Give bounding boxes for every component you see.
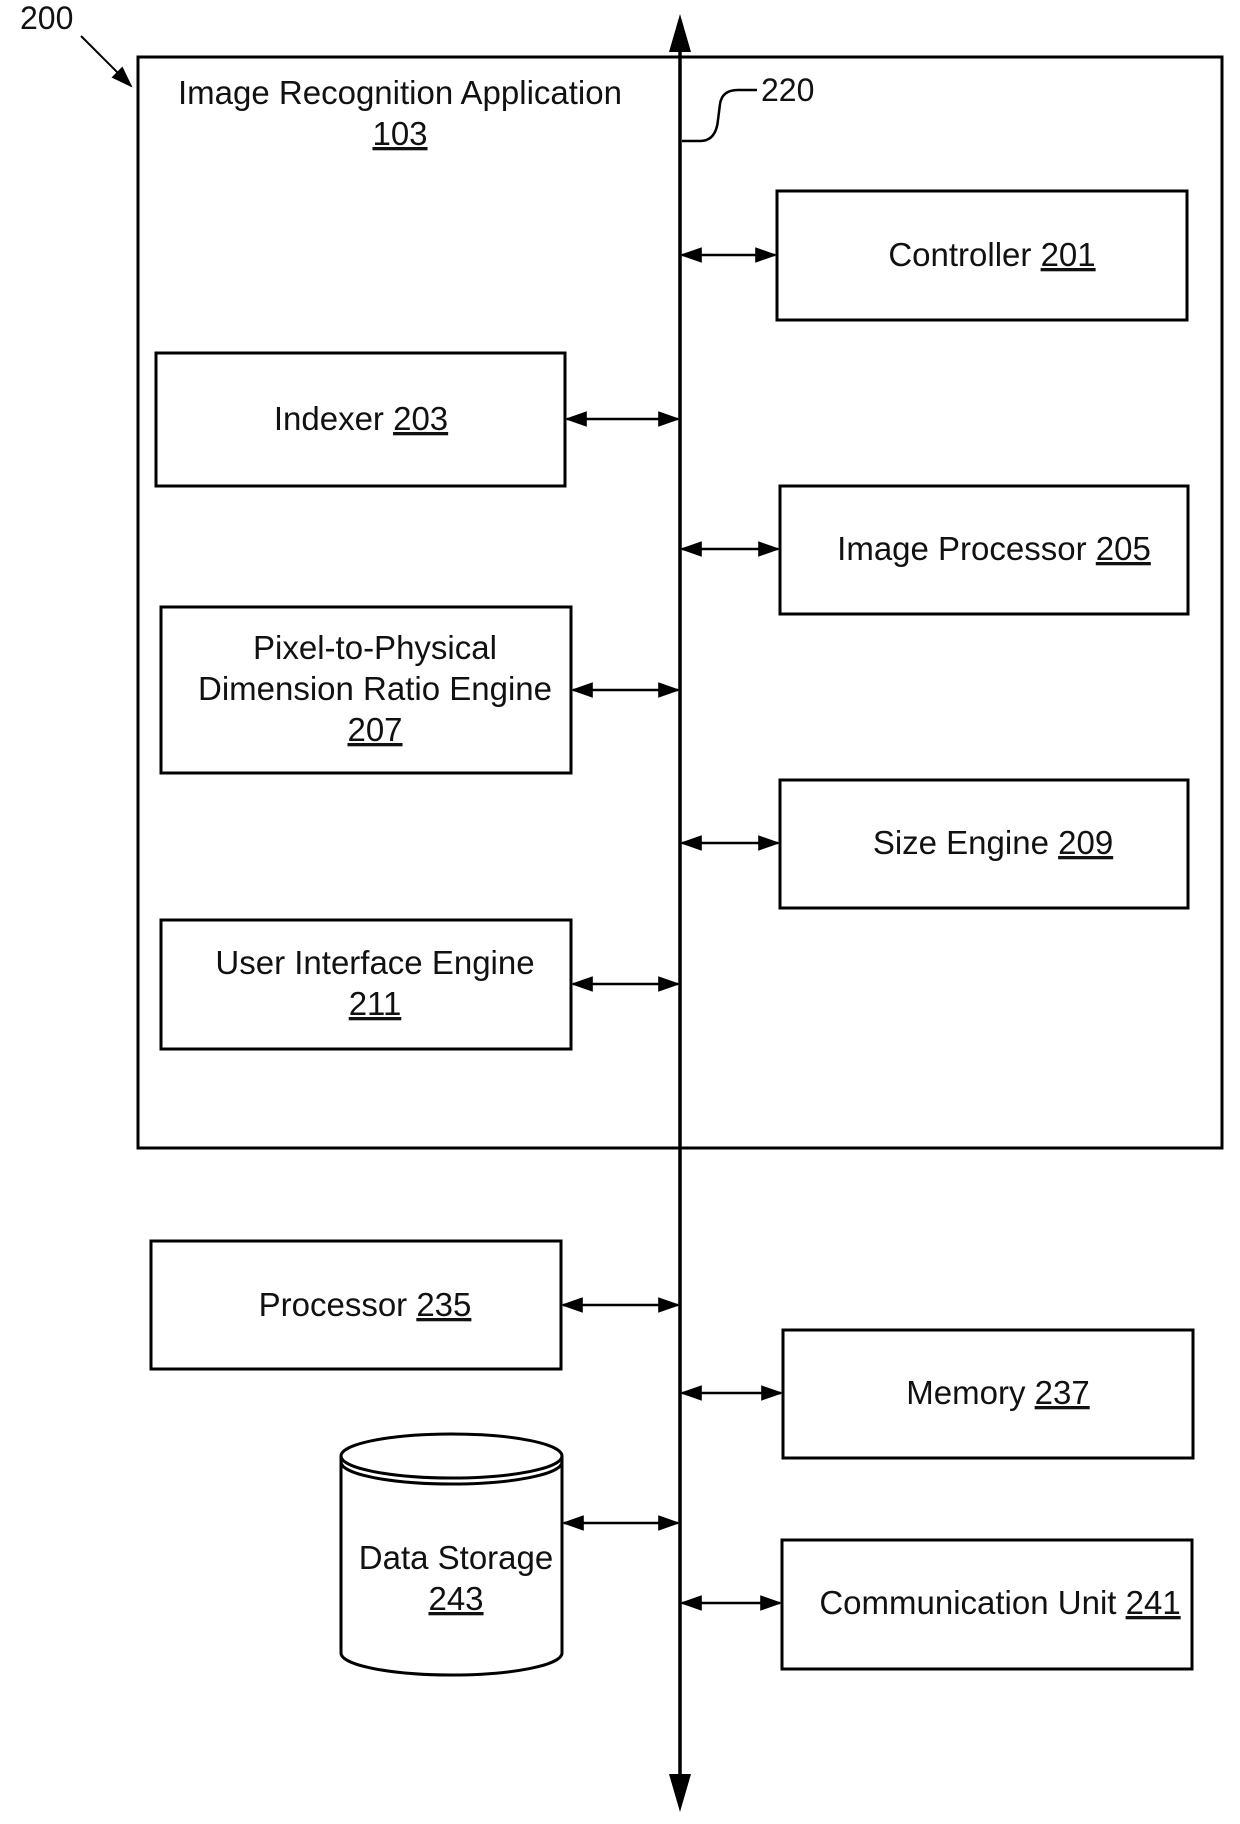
controller-block: Controller 201 [775, 189, 1189, 322]
bus-ref-leader [682, 88, 757, 143]
processor-name: Processor [259, 1286, 417, 1323]
size-engine-name: Size Engine [873, 824, 1058, 861]
memory-name: Memory [906, 1374, 1034, 1411]
indexer-block: Indexer 203 [154, 351, 567, 488]
indexer-label: Indexer 203 [274, 400, 448, 437]
controller-label: Controller 201 [888, 236, 1095, 273]
memory-ref: 237 [1035, 1374, 1090, 1411]
image-processor-block: Image Processor 205 [778, 484, 1190, 616]
communication-unit-block: Communication Unit 241 [780, 1538, 1194, 1671]
figure-ref-arrow [80, 35, 133, 88]
size-engine-ref: 209 [1058, 824, 1113, 861]
ui-engine-ref: 211 [349, 985, 402, 1022]
indexer-name: Indexer [274, 400, 393, 437]
indexer-ref: 203 [393, 400, 448, 437]
pixel-ratio-engine-label-line: Dimension Ratio Engine [198, 670, 552, 707]
communication-unit-ref: 241 [1126, 1584, 1181, 1621]
image-processor-label: Image Processor 205 [837, 530, 1151, 567]
bus-arrow-down-icon [669, 1774, 691, 1812]
communication-unit-name: Communication Unit [819, 1584, 1125, 1621]
pixel-ratio-engine-label-line: Pixel-to-Physical [253, 629, 497, 666]
block-diagram: 200 Image Recognition Application 103 22… [0, 0, 1240, 1824]
application-title: Image Recognition Application [178, 74, 622, 111]
bus-arrow-up-icon [669, 14, 691, 52]
pixel-ratio-engine-block: Pixel-to-Physical Dimension Ratio Engine 2… [159, 605, 573, 775]
data-storage-label-line: Data Storage [359, 1539, 553, 1576]
processor-ref: 235 [416, 1286, 471, 1323]
size-engine-block: Size Engine 209 [778, 778, 1190, 910]
controller-name: Controller [888, 236, 1040, 273]
cylinder-top [339, 1432, 564, 1480]
diagram-svg: 200 Image Recognition Application 103 22… [20, 0, 1224, 1812]
figure-ref-label: 200 [20, 0, 73, 36]
processor-label: Processor 235 [259, 1286, 472, 1323]
controller-ref: 201 [1041, 236, 1096, 273]
application-ref: 103 [372, 115, 427, 152]
image-processor-name: Image Processor [837, 530, 1096, 567]
pixel-ratio-engine-ref: 207 [347, 711, 402, 748]
memory-block: Memory 237 [781, 1328, 1195, 1460]
ui-engine-block: User Interface Engine 211 [159, 918, 573, 1051]
data-storage-ref: 243 [428, 1580, 483, 1617]
size-engine-label: Size Engine 209 [873, 824, 1113, 861]
processor-block: Processor 235 [149, 1239, 563, 1371]
data-storage-block: Data Storage 243 [339, 1432, 564, 1677]
image-processor-ref: 205 [1096, 530, 1151, 567]
ui-engine-label-line: User Interface Engine [215, 944, 534, 981]
bus-ref-label: 220 [761, 72, 814, 108]
memory-label: Memory 237 [906, 1374, 1089, 1411]
communication-unit-label: Communication Unit 241 [819, 1584, 1180, 1621]
